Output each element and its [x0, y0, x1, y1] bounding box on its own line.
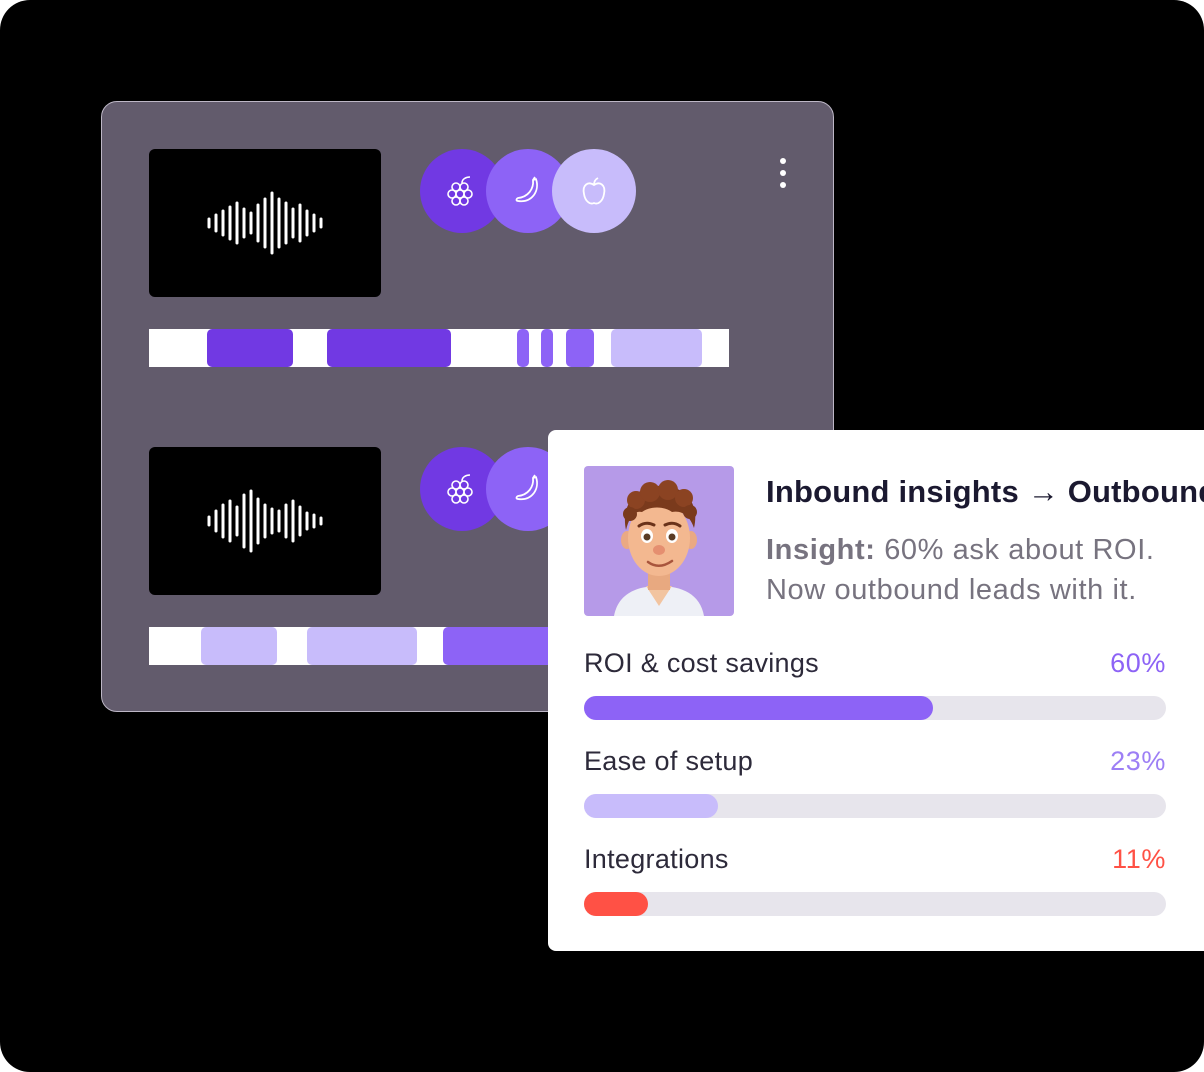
- metric-label: Ease of setup: [584, 746, 754, 776]
- insight-label: Insight:: [766, 534, 876, 566]
- insights-card: Inbound insights → Outbound Insight: 60%…: [548, 430, 1204, 951]
- talk-timeline: [149, 329, 729, 367]
- metric-label: ROI & cost savings: [584, 648, 819, 678]
- raspberry-icon: [447, 176, 473, 206]
- progress-bar: [584, 696, 1166, 720]
- progress-bar: [584, 892, 1166, 916]
- participant-avatar[interactable]: [552, 149, 636, 233]
- apple-icon: [582, 177, 606, 205]
- banana-icon: [515, 474, 538, 501]
- audio-waveform-icon: [207, 489, 323, 553]
- more-vertical-icon[interactable]: [776, 158, 790, 194]
- talk-timeline: [149, 627, 569, 665]
- metric-label: Integrations: [584, 844, 729, 874]
- person-portrait-icon: [614, 480, 704, 616]
- timeline-segment[interactable]: [517, 329, 529, 367]
- card-title: Inbound insights → Outbound: [766, 474, 1204, 509]
- raspberry-icon: [447, 474, 473, 504]
- metric-value: 11%: [1112, 844, 1166, 874]
- progress-bar: [584, 794, 1166, 818]
- timeline-segment[interactable]: [541, 329, 553, 367]
- timeline-segment[interactable]: [327, 329, 451, 367]
- canvas: Inbound insights → Outbound Insight: 60%…: [0, 0, 1204, 1072]
- audio-waveform-icon: [207, 191, 323, 255]
- timeline-segment[interactable]: [207, 329, 293, 367]
- insight-text: Insight: 60% ask about ROI. Now outbound…: [766, 530, 1196, 610]
- timeline-segment[interactable]: [201, 627, 277, 665]
- progress-fill: [584, 696, 934, 720]
- banana-icon: [515, 176, 538, 203]
- call-recording-thumbnail[interactable]: [149, 149, 381, 297]
- metric-value: 23%: [1110, 746, 1166, 776]
- avatar: [584, 466, 734, 616]
- progress-fill: [584, 794, 718, 818]
- timeline-segment[interactable]: [611, 329, 702, 367]
- timeline-segment[interactable]: [566, 329, 594, 367]
- progress-fill: [584, 892, 649, 916]
- call-recording-thumbnail[interactable]: [149, 447, 381, 595]
- metric-value: 60%: [1110, 648, 1166, 678]
- timeline-segment[interactable]: [307, 627, 417, 665]
